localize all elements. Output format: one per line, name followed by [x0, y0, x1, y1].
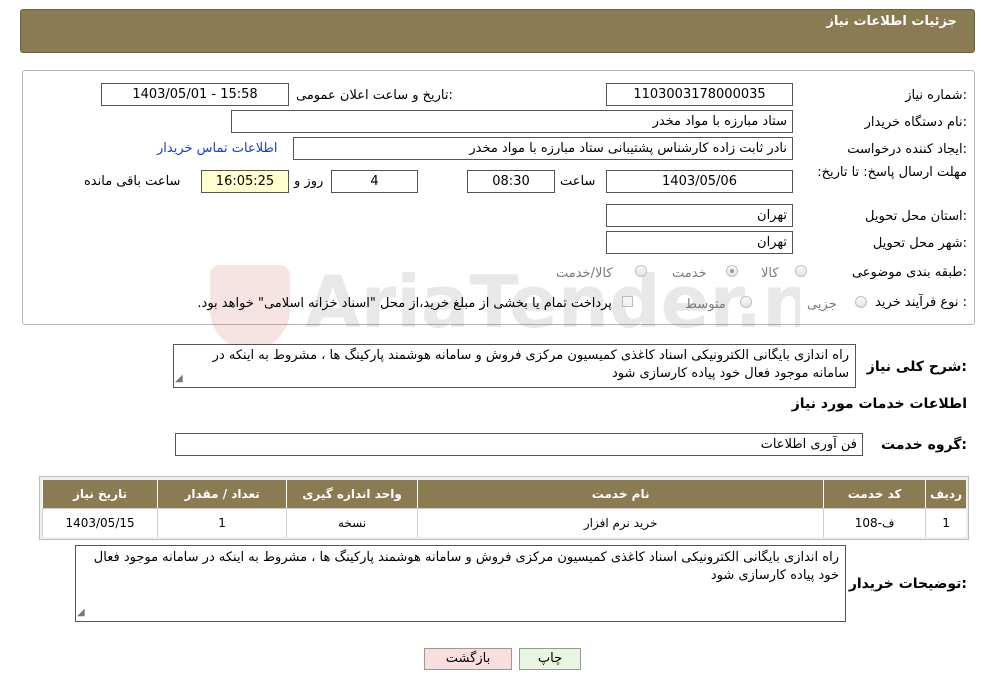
purchase-radio-small[interactable]: [855, 296, 867, 308]
col-header-service-code: کد خدمت: [823, 480, 926, 508]
col-header-row: ردیف: [925, 480, 966, 508]
category-radio-goods[interactable]: [795, 265, 807, 277]
requester-field: نادر ثابت زاده کارشناس پشتیبانی ستاد مبا…: [293, 137, 793, 160]
services-section-title: اطلاعات خدمات مورد نیاز: [791, 396, 967, 412]
need-number-label: شماره نیاز:: [905, 88, 967, 103]
table-row: 1 ف-108 خرید نرم افزار نسخه 1 1403/05/15: [42, 508, 966, 537]
col-header-quantity: تعداد / مقدار: [157, 480, 287, 508]
service-group-field: فن آوری اطلاعات: [175, 433, 863, 456]
purchase-radio-medium[interactable]: [740, 296, 752, 308]
buyer-notes-textarea: راه اندازی بایگانی الکترونیکی اسناد کاغذ…: [75, 545, 846, 622]
deadline-time-field: 08:30: [467, 170, 555, 193]
back-button[interactable]: بازگشت: [424, 648, 512, 670]
remaining-time-label: ساعت باقی مانده: [84, 174, 181, 189]
announce-datetime-field: 1403/05/01 - 15:58: [101, 83, 289, 106]
buyer-notes-text: راه اندازی بایگانی الکترونیکی اسناد کاغذ…: [93, 550, 839, 583]
cell-quantity: 1: [157, 508, 287, 537]
deadline-label: مهلت ارسال پاسخ: تا تاریخ:: [817, 165, 967, 180]
cell-service-name: خرید نرم افزار: [417, 508, 824, 537]
services-table: ردیف کد خدمت نام خدمت واحد اندازه گیری ت…: [42, 480, 966, 537]
buyer-org-field: ستاد مبارزه با مواد مخدر: [231, 110, 793, 133]
category-option-goods-service: کالا/خدمت: [556, 266, 613, 281]
description-text: راه اندازی بایگانی الکترونیکی اسناد کاغذ…: [212, 348, 849, 381]
category-option-goods: کالا: [761, 266, 779, 281]
description-label: شرح کلی نیاز:: [866, 359, 967, 375]
services-table-container: ردیف کد خدمت نام خدمت واحد اندازه گیری ت…: [39, 476, 969, 540]
remaining-days-field: 4: [331, 170, 418, 193]
purchase-option-small: جزیی: [807, 297, 837, 312]
delivery-city-label: شهر محل تحویل:: [872, 236, 967, 251]
notes-resize-grip-icon[interactable]: ◢: [77, 607, 85, 618]
remaining-days-label: روز و: [294, 174, 324, 189]
remaining-time-field: 16:05:25: [201, 170, 289, 193]
buyer-notes-label: توضیحات خریدار:: [848, 576, 967, 592]
cell-need-date: 1403/05/15: [42, 508, 158, 537]
category-radio-goods-service[interactable]: [635, 265, 647, 277]
description-textarea: راه اندازی بایگانی الکترونیکی اسناد کاغذ…: [173, 344, 856, 388]
cell-row-number: 1: [925, 508, 966, 537]
cell-service-code: ف-108: [823, 508, 926, 537]
service-group-label: گروه خدمت:: [881, 437, 967, 453]
deadline-date-field: 1403/05/06: [606, 170, 793, 193]
delivery-city-field: تهران: [606, 231, 793, 254]
print-button[interactable]: چاپ: [519, 648, 581, 670]
purchase-option-medium: متوسط: [685, 297, 726, 312]
delivery-province-label: استان محل تحویل:: [865, 209, 967, 224]
delivery-province-field: تهران: [606, 204, 793, 227]
treasury-payment-note: پرداخت تمام یا بخشی از مبلغ خرید،از محل …: [197, 296, 612, 311]
col-header-unit: واحد اندازه گیری: [286, 480, 418, 508]
treasury-payment-checkbox[interactable]: [622, 296, 633, 307]
announce-datetime-label: تاریخ و ساعت اعلان عمومی:: [296, 88, 453, 103]
category-label: طبقه بندی موضوعی:: [851, 265, 967, 280]
buyer-contact-link[interactable]: اطلاعات تماس خریدار: [157, 141, 277, 156]
deadline-time-label: ساعت: [560, 174, 596, 189]
page-title: جزئیات اطلاعات نیاز: [826, 14, 957, 29]
resize-grip-icon[interactable]: ◢: [175, 373, 183, 384]
cell-unit: نسخه: [286, 508, 418, 537]
details-panel: [22, 70, 975, 325]
category-radio-service[interactable]: [726, 265, 738, 277]
col-header-need-date: تاریخ نیاز: [42, 480, 158, 508]
purchase-type-label: نوع فرآیند خرید :: [875, 295, 967, 310]
col-header-service-name: نام خدمت: [417, 480, 824, 508]
need-number-field: 1103003178000035: [606, 83, 793, 106]
requester-label: ایجاد کننده درخواست:: [847, 142, 967, 157]
category-option-service: خدمت: [672, 266, 707, 281]
buyer-org-label: نام دستگاه خریدار:: [864, 115, 967, 130]
